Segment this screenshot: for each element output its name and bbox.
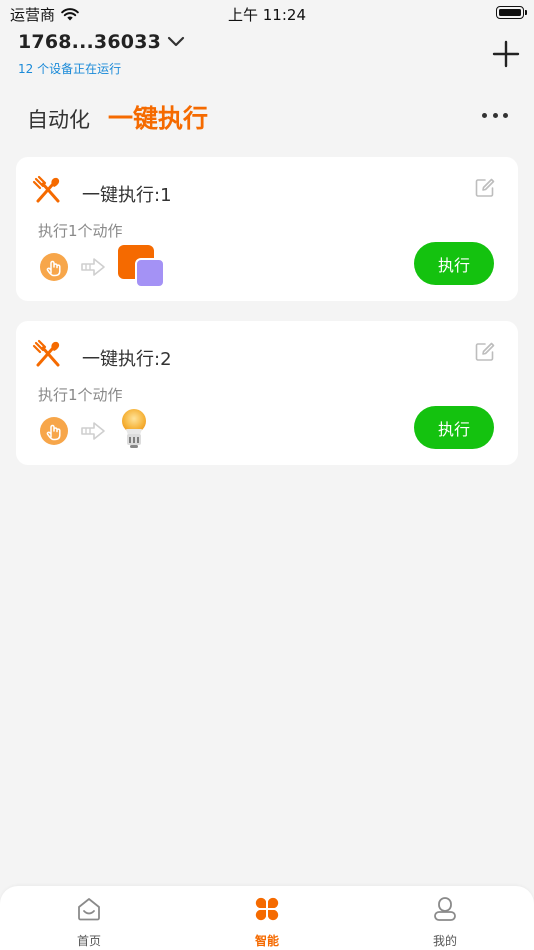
dot — [482, 112, 487, 118]
home-icon — [78, 898, 100, 921]
tab-smart[interactable]: 智能 — [178, 886, 356, 950]
tab-home-label: 首页 — [76, 934, 101, 948]
bottom-tab-bar: 首页 智能 我的 — [0, 886, 534, 950]
running-devices-status: 12 个设备正在运行 — [18, 62, 122, 76]
tab-home[interactable]: 首页 — [0, 886, 178, 950]
tab-automation[interactable]: 自动化 — [27, 104, 90, 134]
scene-tabs: 自动化 一键执行 — [27, 99, 208, 135]
tab-smart-label: 智能 — [254, 934, 279, 948]
home-name: 1768...36033 — [18, 31, 162, 53]
clover-icon — [255, 897, 279, 921]
light-bulb-icon — [122, 409, 146, 448]
home-selector[interactable]: 1768...36033 — [18, 31, 185, 53]
execute-button[interactable]: 执行 — [414, 242, 494, 285]
dot — [492, 112, 498, 118]
scene-action-count: 执行1个动作 — [38, 222, 123, 240]
add-icon[interactable] — [490, 38, 522, 70]
edit-icon[interactable] — [474, 177, 496, 199]
tap-hand-icon — [40, 253, 68, 281]
tab-mine[interactable]: 我的 — [356, 886, 534, 950]
arrow-right-icon — [81, 422, 105, 440]
edit-icon[interactable] — [474, 341, 496, 363]
tap-hand-icon — [40, 417, 68, 445]
clock: 上午 11:24 — [228, 6, 306, 24]
scene-card[interactable]: 一键执行:2 执行1个动作 执行 — [16, 321, 518, 465]
scene-title: 一键执行:1 — [82, 185, 172, 206]
arrow-right-icon — [81, 258, 105, 276]
fork-knife-icon — [32, 175, 60, 203]
scene-action-count: 执行1个动作 — [38, 386, 123, 404]
scene-title: 一键执行:2 — [82, 349, 172, 370]
fork-knife-icon — [32, 339, 60, 367]
user-icon — [434, 897, 456, 921]
execute-button[interactable]: 执行 — [414, 406, 494, 449]
battery-icon — [496, 6, 527, 19]
tab-mine-label: 我的 — [432, 934, 457, 948]
device-squares-icon — [118, 245, 165, 288]
status-bar: 运营商 上午 11:24 — [0, 0, 534, 28]
dot — [503, 112, 508, 118]
chevron-down-icon — [167, 36, 185, 47]
scene-card[interactable]: 一键执行:1 执行1个动作 执行 — [16, 157, 518, 301]
more-options-icon[interactable] — [482, 110, 508, 120]
tab-one-click[interactable]: 一键执行 — [108, 99, 208, 135]
